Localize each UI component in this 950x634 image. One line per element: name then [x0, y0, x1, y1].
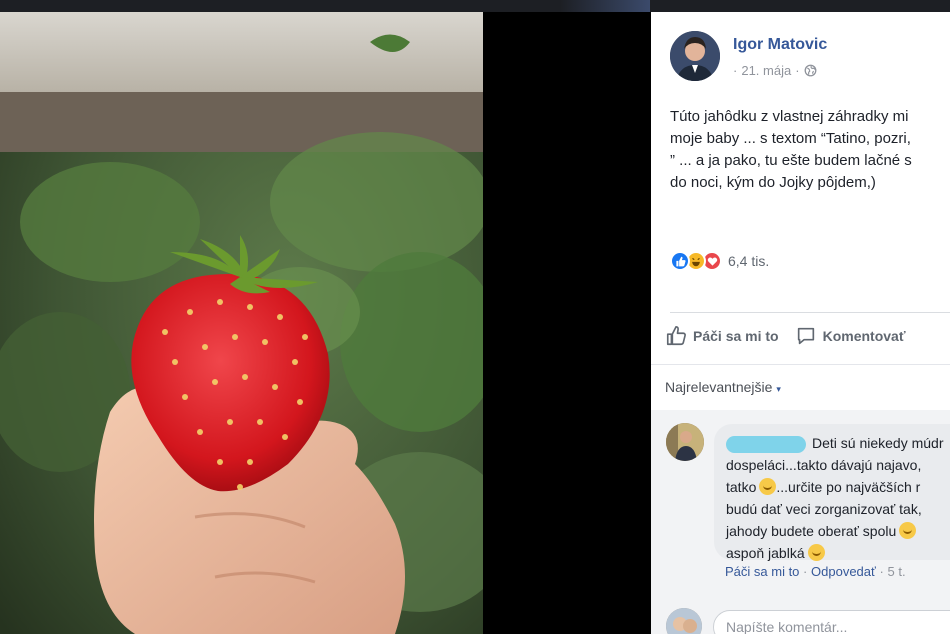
- smiling-emoji-icon: [899, 522, 917, 539]
- comment-sort-dropdown[interactable]: Najrelevantnejšie ▾: [665, 379, 781, 395]
- post-photo[interactable]: [0, 12, 483, 634]
- post-actions: Páči sa mi to Komentovať: [665, 325, 906, 347]
- comment-line: jahody budete oberať spolu: [726, 520, 950, 542]
- comment-age[interactable]: 5 t.: [887, 564, 905, 579]
- comment-sort-label: Najrelevantnejšie: [665, 379, 773, 395]
- commenter-avatar[interactable]: [666, 423, 704, 461]
- post-author-name[interactable]: Igor Matovic: [733, 36, 827, 54]
- smiling-emoji-icon: [807, 544, 825, 561]
- reactions-summary[interactable]: 6,4 tis.: [670, 251, 769, 271]
- link-separator: ·: [803, 564, 808, 579]
- comment-line: budú dať veci zorganizovať tak,: [726, 501, 922, 517]
- comment-line: tatko ...určite po najväčších r: [726, 476, 950, 498]
- comment-text: aspoň jablká: [726, 545, 805, 561]
- comment-line: dospeláci...takto dávajú najavo,: [726, 457, 922, 473]
- author-avatar[interactable]: [670, 31, 720, 81]
- redacted-commenter-name[interactable]: [726, 435, 806, 453]
- post-text-line: moje baby ... s textom “Tatino, pozri,: [670, 130, 911, 147]
- post-text-line: do noci, kým do Jojky pôjdem,): [670, 174, 876, 191]
- comment-reply-link[interactable]: Odpovedať: [811, 564, 876, 579]
- divider: [670, 312, 950, 313]
- comment-bubble-icon: [797, 327, 814, 345]
- comment-text: tatko: [726, 479, 757, 495]
- like-icon: [670, 251, 690, 271]
- smiling-emoji-icon: [759, 478, 777, 495]
- meta-separator-2: ·: [795, 63, 800, 78]
- like-button[interactable]: Páči sa mi to: [665, 325, 779, 347]
- write-comment-input[interactable]: Napíšte komentár...: [713, 610, 950, 634]
- chevron-down-icon: ▾: [776, 384, 781, 394]
- meta-separator: ·: [733, 63, 738, 78]
- comment-button-label: Komentovať: [822, 328, 906, 344]
- globe-icon: [804, 64, 816, 77]
- link-separator: ·: [879, 564, 884, 579]
- theater-top-bar-fade: [560, 0, 650, 12]
- strawberry-photo-image: [0, 12, 483, 634]
- post-text: Túto jahôdku z vlastnej záhradky mi moje…: [670, 106, 950, 194]
- divider: [651, 364, 950, 365]
- post-date[interactable]: 21. mája: [741, 63, 791, 78]
- comment-line: Deti sú niekedy múdr: [726, 432, 950, 454]
- comment-text: ...určite po najväčších r: [776, 479, 921, 495]
- comment-bubble: Deti sú niekedy múdr dospeláci...takto d…: [714, 424, 950, 561]
- comment-button[interactable]: Komentovať: [795, 325, 906, 347]
- like-button-label: Páči sa mi to: [693, 328, 779, 344]
- comment-text: jahody budete oberať spolu: [726, 523, 897, 539]
- post-text-line: ” ... a ja pako, tu ešte budem lačné s: [670, 152, 912, 169]
- comment-like-link[interactable]: Páči sa mi to: [725, 564, 799, 579]
- post-meta: · 21. mája ·: [733, 63, 817, 78]
- reactions-count[interactable]: 6,4 tis.: [728, 253, 769, 269]
- theater-top-bar: [0, 0, 950, 12]
- post-text-line: Túto jahôdku z vlastnej záhradky mi: [670, 108, 909, 125]
- thumbs-up-icon: [666, 326, 686, 346]
- post-side-panel: Igor Matovic · 21. mája · Túto jahôdku z…: [651, 12, 950, 634]
- theater-gap: [483, 12, 651, 634]
- comment-actions: Páči sa mi to · Odpovedať · 5 t.: [725, 564, 906, 579]
- comment-text: Deti sú niekedy múdr: [812, 435, 944, 451]
- comment-line: aspoň jablká: [726, 542, 950, 564]
